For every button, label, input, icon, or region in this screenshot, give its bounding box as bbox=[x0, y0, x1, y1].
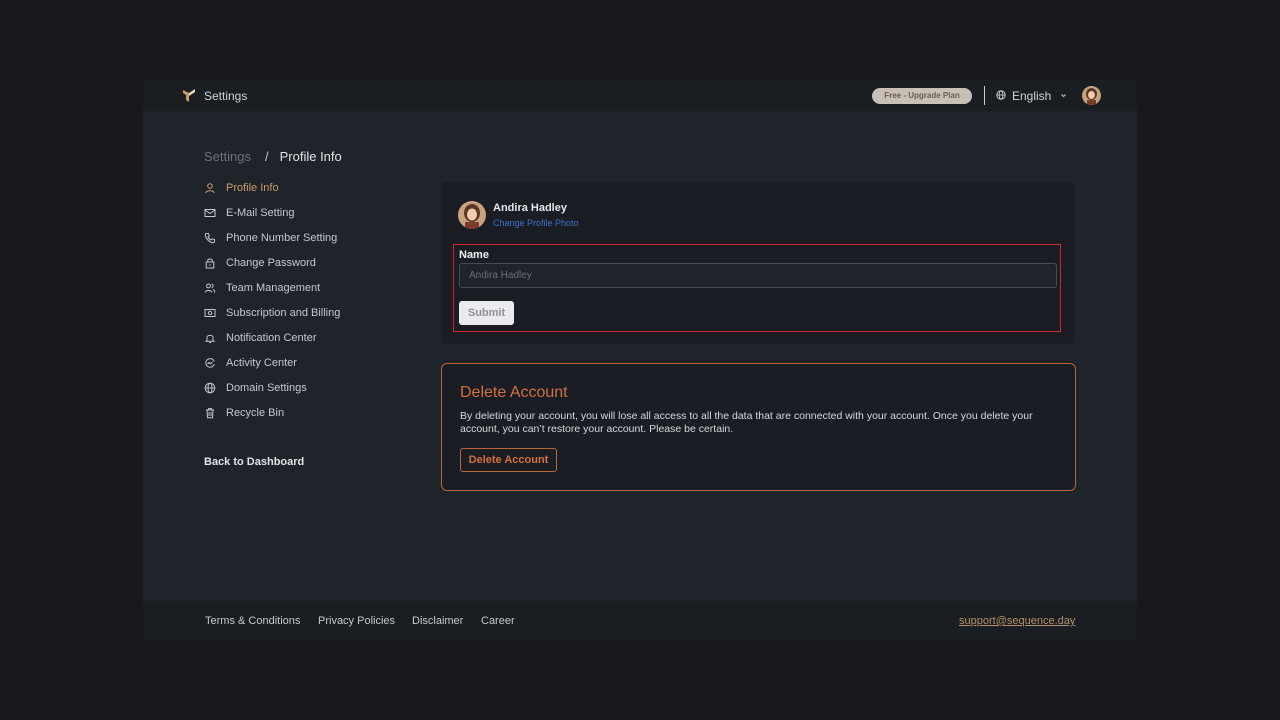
sidebar-item-team-management[interactable]: Team Management bbox=[204, 278, 320, 298]
sidebar-item-label: Notification Center bbox=[226, 332, 317, 344]
mail-icon bbox=[204, 209, 216, 217]
logo-icon bbox=[183, 89, 195, 102]
breadcrumb-separator: / bbox=[264, 149, 269, 164]
settings-window: Settings Free - Upgrade Plan English Set… bbox=[143, 80, 1137, 640]
career-link[interactable]: Career bbox=[481, 615, 515, 627]
sidebar-item-domain-settings[interactable]: Domain Settings bbox=[204, 378, 307, 398]
breadcrumb: Settings / Profile Info bbox=[204, 149, 342, 164]
sidebar-item-email-setting[interactable]: E-Mail Setting bbox=[204, 203, 294, 223]
delete-account-button[interactable]: Delete Account bbox=[460, 448, 557, 472]
top-bar: Settings Free - Upgrade Plan English bbox=[143, 80, 1137, 111]
user-avatar[interactable] bbox=[1082, 86, 1101, 105]
name-form-highlight bbox=[453, 244, 1061, 332]
submit-button[interactable]: Submit bbox=[459, 301, 514, 325]
sidebar-item-label: Profile Info bbox=[226, 182, 279, 194]
profile-name: Andira Hadley bbox=[493, 202, 567, 214]
name-field-label: Name bbox=[459, 249, 489, 261]
header-divider bbox=[984, 86, 985, 105]
globe-icon bbox=[204, 382, 216, 394]
sidebar-item-activity-center[interactable]: Activity Center bbox=[204, 353, 297, 373]
sidebar-item-label: Activity Center bbox=[226, 357, 297, 369]
sidebar-item-label: E-Mail Setting bbox=[226, 207, 295, 219]
delete-account-title: Delete Account bbox=[460, 384, 568, 401]
breadcrumb-settings[interactable]: Settings bbox=[204, 149, 251, 164]
sidebar-item-phone-number-setting[interactable]: Phone Number Setting bbox=[204, 228, 337, 248]
sidebar-item-label: Team Management bbox=[226, 282, 321, 294]
delete-account-card: Delete Account By deleting your account,… bbox=[441, 363, 1076, 491]
sidebar-item-label: Recycle Bin bbox=[226, 407, 285, 419]
sidebar-item-label: Domain Settings bbox=[226, 382, 307, 394]
phone-icon bbox=[204, 233, 215, 244]
activity-icon bbox=[205, 358, 215, 368]
privacy-link[interactable]: Privacy Policies bbox=[318, 615, 395, 627]
sidebar-item-profile-info[interactable]: Profile Info bbox=[204, 178, 279, 198]
terms-link[interactable]: Terms & Conditions bbox=[205, 615, 300, 627]
delete-account-description: By deleting your account, you will lose … bbox=[460, 410, 1033, 435]
team-icon bbox=[204, 283, 216, 293]
sidebar-item-label: Change Password bbox=[226, 257, 316, 269]
language-selector[interactable]: English bbox=[1012, 89, 1051, 103]
trash-icon bbox=[206, 408, 214, 419]
app-title: Settings bbox=[204, 89, 248, 103]
sidebar-item-label: Phone Number Setting bbox=[226, 232, 338, 244]
sidebar-item-change-password[interactable]: Change Password bbox=[204, 253, 316, 273]
footer: Terms & Conditions Privacy Policies Disc… bbox=[143, 601, 1137, 640]
globe-icon bbox=[996, 90, 1006, 100]
sidebar-item-recycle-bin[interactable]: Recycle Bin bbox=[204, 403, 284, 423]
back-to-dashboard-link[interactable]: Back to Dashboard bbox=[204, 456, 304, 468]
breadcrumb-current: Profile Info bbox=[279, 149, 342, 164]
user-icon bbox=[205, 183, 215, 194]
billing-icon bbox=[204, 309, 216, 317]
name-input[interactable] bbox=[459, 263, 1057, 288]
sidebar-item-label: Subscription and Billing bbox=[226, 307, 341, 319]
bell-icon bbox=[204, 334, 216, 343]
profile-avatar[interactable] bbox=[458, 201, 486, 229]
sidebar-item-notification-center[interactable]: Notification Center bbox=[204, 328, 317, 348]
support-email-link[interactable]: support@sequence.day bbox=[959, 615, 1075, 627]
disclaimer-link[interactable]: Disclaimer bbox=[412, 615, 463, 627]
chevron-down-icon[interactable] bbox=[1060, 92, 1067, 99]
upgrade-plan-badge[interactable]: Free - Upgrade Plan bbox=[872, 88, 972, 104]
change-profile-photo-link[interactable]: Change Profile Photo bbox=[493, 218, 579, 228]
lock-icon bbox=[205, 258, 215, 269]
sidebar-item-subscription-and-billing[interactable]: Subscription and Billing bbox=[204, 303, 340, 323]
profile-card: Andira Hadley Change Profile Photo Name … bbox=[441, 182, 1075, 344]
